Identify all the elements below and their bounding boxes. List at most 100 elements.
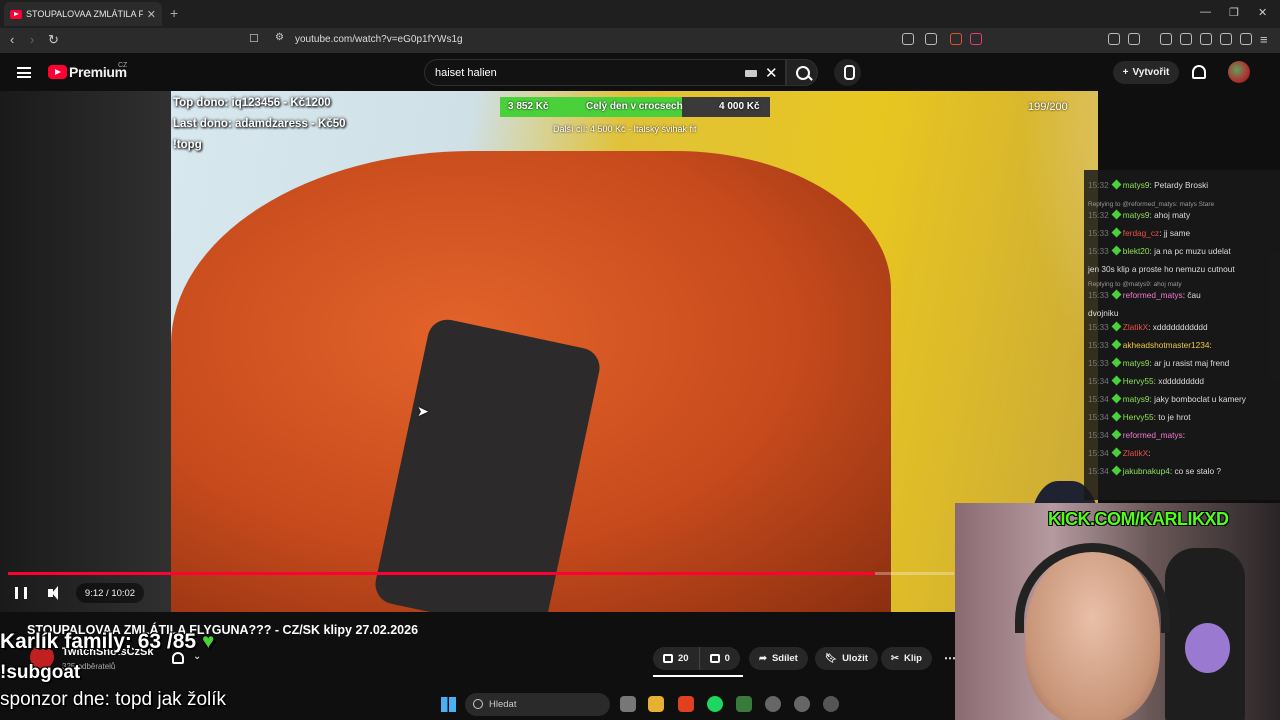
youtube-logo-icon[interactable]: [48, 65, 67, 79]
windows-start-icon[interactable]: [441, 697, 456, 712]
clip-button[interactable]: ✂ Klip: [881, 647, 932, 670]
chat-message: 15:33 ZlatikX: xddddddddddd: [1088, 321, 1208, 332]
dislike-button[interactable]: 0: [698, 647, 740, 670]
obs-icon[interactable]: [823, 696, 839, 712]
chat-timestamp: 15:34: [1088, 394, 1109, 404]
chat-timestamp: 15:34: [1088, 430, 1109, 440]
webcam-headphones: [1015, 543, 1170, 633]
extensions-icon[interactable]: [1108, 33, 1120, 45]
chat-message: 15:34 matys9: jaky bomboclat u kamery: [1088, 393, 1246, 404]
chat-username: jakubnakup4: [1122, 466, 1170, 476]
task-view-icon[interactable]: [620, 696, 636, 712]
brave-shields-icon[interactable]: [950, 33, 962, 45]
subscriber-badge-icon: [1111, 339, 1122, 350]
subscriber-badge-icon: [1111, 227, 1122, 238]
chat-separator: :: [1148, 448, 1151, 458]
browser-tab[interactable]: STOUPALOVAA ZMLÁTILA FLY ✕: [4, 2, 162, 26]
maximize-icon[interactable]: ❐: [1229, 6, 1239, 19]
close-tab-icon[interactable]: ✕: [147, 8, 156, 21]
ccleaner-icon-2[interactable]: [794, 696, 810, 712]
chat-message: 15:32 matys9: ahoj maty: [1088, 209, 1191, 220]
subscriber-badge-icon: [1111, 179, 1122, 190]
chat-username: matys9: [1122, 180, 1150, 190]
search-input[interactable]: haiset halien: [435, 67, 497, 79]
volume-icon[interactable]: [48, 586, 64, 600]
vpn-icon[interactable]: [1240, 33, 1252, 45]
wallet-icon[interactable]: [1200, 33, 1212, 45]
sidebar-icon[interactable]: [1180, 33, 1192, 45]
stream-chat-overlay: 15:32 matys9: Petardy Broski Replying to @…: [1084, 170, 1280, 500]
screenshot-icon[interactable]: [1128, 33, 1140, 45]
family-text: Karlík family: 63 /85: [0, 630, 197, 653]
site-settings-icon[interactable]: ⚙: [275, 32, 284, 43]
clear-search-icon[interactable]: ✕: [765, 64, 778, 82]
chat-message-text: ahoj maty: [1154, 210, 1191, 220]
youtube-favicon-icon: [10, 9, 22, 19]
new-tab-icon[interactable]: +: [170, 5, 178, 21]
leo-ai-icon[interactable]: [1220, 33, 1232, 45]
chat-message: 15:33 matys9: ar ju rasist maj frend: [1088, 357, 1230, 368]
top-donation: Top dono: iq123456 - Kč1200: [173, 97, 331, 109]
close-window-icon[interactable]: ✕: [1258, 6, 1267, 19]
kick-url-overlay: KICK.COM/KARLIKXD: [1048, 509, 1229, 529]
bookmark-icon[interactable]: ☐: [249, 32, 259, 45]
clip-label: Klip: [903, 653, 922, 664]
share-page-icon[interactable]: [925, 33, 937, 45]
save-label: Uložit: [842, 653, 868, 664]
save-button-wrap: 🔖︎ Uložit: [815, 647, 878, 670]
chat-message: dvojniku: [1088, 308, 1118, 318]
search-button[interactable]: [786, 59, 818, 86]
spotify-icon[interactable]: [707, 696, 723, 712]
create-button[interactable]: + Vytvořit: [1113, 61, 1179, 84]
time-display: 9:12 / 10:02: [76, 583, 144, 603]
notifications-bell-icon[interactable]: [1192, 65, 1206, 79]
brave-rewards-icon[interactable]: [970, 33, 982, 45]
video-letterbox: [0, 91, 171, 612]
share-button-wrap: ➦ Sdílet: [749, 647, 808, 670]
chat-message: Replying to @reformed_matys: matys Stare: [1088, 198, 1214, 208]
chat-message: jen 30s klip a proste ho nemuzu cutnout: [1088, 264, 1235, 274]
mouse-cursor-icon: ➤: [417, 403, 429, 419]
save-button[interactable]: 🔖︎ Uložit: [815, 647, 878, 670]
url-field[interactable]: youtube.com/watch?v=eG0p1fYWs1g: [295, 34, 463, 45]
account-avatar[interactable]: [1228, 61, 1250, 83]
share-button[interactable]: ➦ Sdílet: [749, 647, 808, 670]
back-icon[interactable]: ‹: [10, 32, 14, 47]
file-explorer-icon[interactable]: [648, 696, 664, 712]
chat-message-text: ar ju rasist maj frend: [1154, 358, 1230, 368]
reload-icon[interactable]: ↻: [48, 32, 59, 48]
minimize-icon[interactable]: —: [1200, 6, 1211, 18]
music-icon[interactable]: [1160, 33, 1172, 45]
taskbar-search[interactable]: Hledat: [465, 693, 610, 716]
app-icon[interactable]: [736, 696, 752, 712]
subscriber-badge-icon: [1111, 209, 1122, 220]
hamburger-menu-icon[interactable]: [17, 67, 31, 78]
create-label: Vytvořit: [1132, 67, 1170, 78]
chat-reply-context: Replying to @matys9: ahoj maty: [1088, 281, 1182, 288]
cast-icon[interactable]: [902, 33, 914, 45]
video-progress-fill: [8, 572, 876, 575]
keyboard-icon[interactable]: [745, 70, 757, 77]
menu-icon[interactable]: ≡: [1260, 32, 1268, 47]
video-player[interactable]: Top dono: iq123456 - Kč1200 Last dono: a…: [0, 91, 1098, 612]
thumbs-up-icon: [663, 654, 673, 663]
brave-browser-icon[interactable]: [678, 696, 694, 712]
search-box[interactable]: haiset halien ✕: [424, 59, 786, 86]
chat-username: blekt20: [1122, 246, 1150, 256]
voice-search-icon[interactable]: [834, 59, 861, 86]
sponsor-text: sponzor dne: topd jak žolík: [0, 689, 227, 710]
like-button[interactable]: 20: [653, 647, 699, 670]
subscriber-badge-icon: [1111, 357, 1122, 368]
ccleaner-icon[interactable]: [765, 696, 781, 712]
chat-reply-context: Replying to @reformed_matys: matys Stare: [1088, 201, 1215, 208]
chat-username: reformed_matys: [1122, 430, 1183, 440]
video-progress-bar[interactable]: [8, 572, 954, 575]
pause-icon[interactable]: [15, 587, 27, 599]
webcam-plush-toy: [1185, 623, 1230, 673]
chat-separator: :: [1209, 340, 1212, 350]
more-actions-icon[interactable]: ⋯: [944, 651, 956, 665]
forward-icon[interactable]: ›: [30, 32, 34, 47]
chat-message-text: čau: [1187, 290, 1201, 300]
last-donation: Last dono: adamdzaress - Kč50: [173, 118, 346, 130]
like-ratio-bar: [653, 675, 743, 677]
